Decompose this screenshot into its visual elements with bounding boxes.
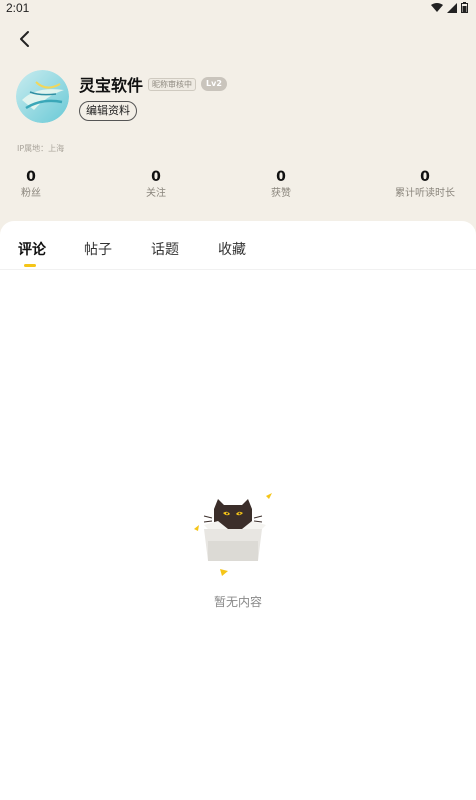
nickname-review-badge: 昵称审核中: [148, 78, 196, 91]
tab-favorites[interactable]: 收藏: [218, 239, 246, 259]
status-time: 2:01: [6, 1, 30, 15]
tabs-divider: [0, 269, 476, 270]
stat-listen-time[interactable]: 0 累计听读时长: [388, 168, 462, 201]
battery-icon: [461, 2, 468, 13]
tab-topics[interactable]: 话题: [151, 239, 179, 259]
level-badge: Lv2: [201, 77, 227, 91]
stat-following[interactable]: 0 关注: [139, 168, 173, 201]
active-tab-indicator: [24, 264, 36, 267]
stat-following-value: 0: [151, 169, 161, 185]
username: 灵宝软件: [79, 76, 144, 95]
tab-posts[interactable]: 帖子: [84, 239, 112, 259]
tab-comments[interactable]: 评论: [18, 239, 46, 259]
status-icons: [431, 2, 468, 13]
avatar-image: [16, 70, 69, 123]
empty-state-text: 暂无内容: [213, 595, 262, 609]
content-panel: 评论 帖子 话题 收藏 暂无内容: [0, 221, 476, 800]
ip-location: IP属地：上海: [17, 144, 65, 153]
stat-listen-time-value: 0: [420, 169, 430, 185]
wifi-icon: [431, 2, 443, 12]
avatar[interactable]: [16, 70, 69, 123]
back-button[interactable]: [14, 28, 36, 50]
cat-in-box-icon: [194, 493, 272, 576]
tab-bar: 评论 帖子 话题 收藏: [0, 239, 476, 269]
status-bar: 2:01: [0, 0, 476, 16]
signal-icon: [447, 2, 457, 13]
stat-likes-label: 获赞: [271, 188, 291, 199]
edit-profile-button[interactable]: 编辑资料: [79, 101, 137, 121]
stat-followers-label: 粉丝: [21, 188, 41, 199]
chevron-left-icon: [20, 31, 29, 47]
empty-state-illustration: [190, 491, 280, 581]
stat-followers[interactable]: 0 粉丝: [14, 168, 48, 201]
stat-listen-time-label: 累计听读时长: [395, 188, 455, 199]
stat-likes-value: 0: [276, 169, 286, 185]
stat-following-label: 关注: [146, 188, 166, 199]
stat-likes[interactable]: 0 获赞: [264, 168, 298, 201]
stat-followers-value: 0: [26, 169, 36, 185]
